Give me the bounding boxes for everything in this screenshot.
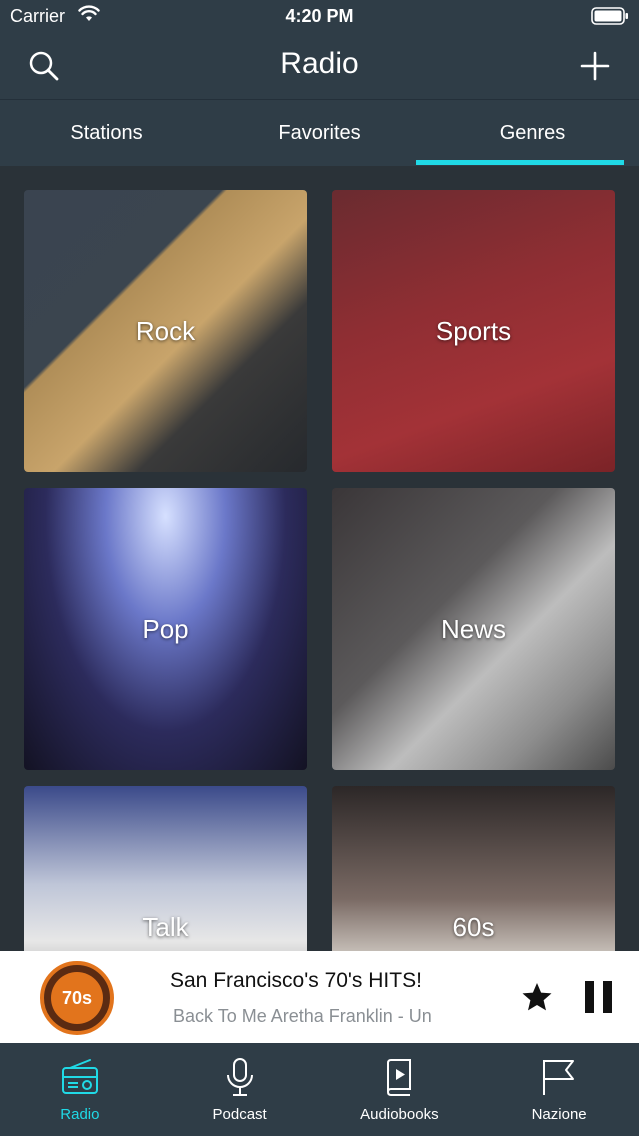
genre-tile-pop[interactable]: Pop [24, 488, 307, 770]
genre-label: News [440, 614, 506, 644]
genre-label: Sports [435, 316, 512, 346]
page-title: Radio [280, 47, 359, 80]
bottom-tab-bar: Radio Podcast Audiobooks Nazione [0, 1043, 639, 1136]
station-logo-text: 70s [51, 972, 103, 1024]
tab-genres[interactable]: Genres [426, 100, 639, 166]
tab-label: Genres [499, 121, 566, 144]
segment-tabs: Stations Favorites Genres [0, 100, 639, 166]
pause-bar-right [603, 981, 612, 1013]
tabbar-item-audiobooks[interactable]: Audiobooks [320, 1043, 480, 1136]
tabbar-label: Radio [60, 1106, 100, 1123]
station-logo: 70s [40, 961, 114, 1035]
microphone-icon [226, 1058, 253, 1096]
genre-grid: Rock Sports Pop News Talk 60s [0, 166, 639, 951]
tab-favorites[interactable]: Favorites [213, 100, 426, 166]
star-icon[interactable] [521, 981, 553, 1013]
tabbar-label: Podcast [212, 1106, 267, 1123]
flag-icon [543, 1060, 575, 1095]
genre-label: 60s [452, 912, 495, 942]
genre-tile-talk[interactable]: Talk [24, 786, 307, 951]
station-title: San Francisco's 70's HITS! [170, 969, 422, 992]
genre-tile-rock[interactable]: Rock [24, 190, 307, 472]
status-bar: Carrier 4:20 PM [0, 0, 639, 32]
genre-tile-60s[interactable]: 60s [332, 786, 615, 951]
now-playing-bar[interactable]: 70s San Francisco's 70's HITS! e Back To… [0, 951, 639, 1043]
genre-label: Rock [135, 316, 196, 346]
tabbar-label: Audiobooks [360, 1106, 439, 1123]
tab-label: Favorites [278, 121, 361, 144]
pause-bar-left [585, 981, 594, 1013]
add-icon[interactable] [577, 48, 613, 84]
track-marquee: e Back To Me Aretha Franklin - Un [170, 1006, 480, 1028]
track-info: e Back To Me Aretha Franklin - Un [170, 1006, 432, 1026]
tab-stations[interactable]: Stations [0, 100, 213, 166]
battery-icon [591, 7, 628, 25]
radio-icon [61, 1059, 98, 1094]
genre-label: Talk [142, 912, 189, 942]
pause-icon[interactable] [585, 981, 613, 1013]
tabbar-label: Nazione [531, 1106, 587, 1123]
tab-label: Stations [70, 121, 143, 144]
tabbar-item-nazione[interactable]: Nazione [479, 1043, 639, 1136]
genre-label: Pop [142, 614, 189, 644]
tabbar-item-radio[interactable]: Radio [0, 1043, 160, 1136]
tabbar-item-podcast[interactable]: Podcast [160, 1043, 320, 1136]
navigation-bar: Radio [0, 32, 639, 100]
active-tab-indicator [416, 160, 624, 165]
genre-tile-news[interactable]: News [332, 488, 615, 770]
clock-label: 4:20 PM [285, 6, 354, 26]
audiobook-icon [387, 1059, 412, 1096]
genre-tile-sports[interactable]: Sports [332, 190, 615, 472]
